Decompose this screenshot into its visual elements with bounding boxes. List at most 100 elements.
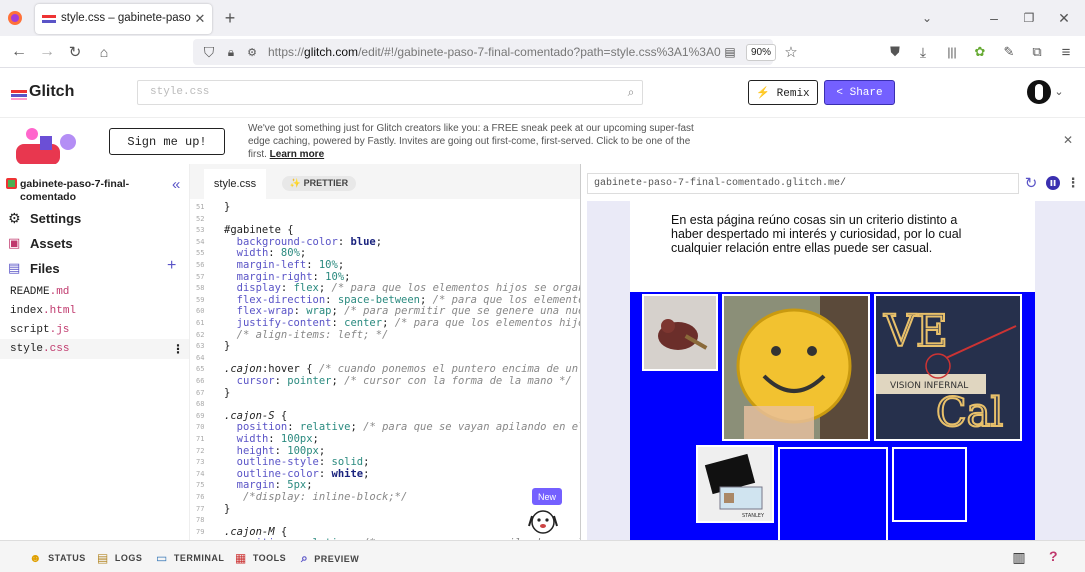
file-index[interactable]: index.html	[10, 305, 76, 317]
new-badge[interactable]: New	[532, 488, 562, 505]
extension-frog-icon[interactable]: ✿	[971, 43, 989, 61]
code-line[interactable]: background-color: blue;	[224, 236, 382, 248]
code-area[interactable]: 51} 52 53 #gabinete {54 background-color: b…	[190, 199, 580, 540]
preview-button[interactable]: ⌕ PREVIEW	[301, 551, 359, 566]
status-button[interactable]: ☻ STATUS	[29, 551, 86, 565]
terminal-button[interactable]: ▭ TERMINAL	[156, 551, 224, 565]
sidebar-item-files[interactable]: ▤ Files	[8, 260, 60, 276]
preview-url-input[interactable]: gabinete-paso-7-final-comentado.glitch.m…	[587, 173, 1019, 194]
tab-style-css[interactable]: style.css	[204, 169, 266, 199]
code-line[interactable]: position: relative; /* para que se vayan…	[224, 421, 580, 433]
library-icon[interactable]: |||	[943, 43, 961, 61]
code-line[interactable]: /* align-items: left; */	[224, 329, 389, 341]
search-icon[interactable]: ⌕	[624, 85, 638, 99]
url-bar[interactable]: ⛉ 🔒︎ ⚙ https://glitch.com/edit/#!/gabine…	[193, 39, 773, 65]
empty-drawer-small[interactable]	[892, 447, 967, 522]
file-script[interactable]: script.js	[10, 324, 69, 336]
minimize-icon[interactable]: –	[985, 9, 1003, 27]
remix-button[interactable]: ⚡ Remix	[748, 80, 818, 105]
reload-icon[interactable]: ↻	[66, 43, 84, 61]
tools-button[interactable]: ▦ TOOLS	[235, 551, 286, 565]
restore-icon[interactable]: ❐	[1020, 9, 1038, 27]
image-frog-figurine[interactable]	[642, 294, 718, 371]
code-line[interactable]: .cajon-S {	[224, 410, 287, 422]
sidebar-item-settings[interactable]: ⚙ Settings	[8, 210, 81, 227]
avatar[interactable]	[1027, 80, 1051, 104]
close-window-icon[interactable]: ✕	[1055, 9, 1073, 27]
home-icon[interactable]: ⌂	[95, 43, 113, 61]
code-line[interactable]: width: 100px;	[224, 433, 319, 445]
download-icon[interactable]: ⤓	[914, 43, 932, 61]
code-line[interactable]: .cajon:hover { /* cuando ponemos el punt…	[224, 363, 580, 375]
extensions-icon[interactable]: ⧉	[1028, 43, 1046, 61]
sign-me-up-button[interactable]: Sign me up!	[109, 128, 225, 155]
chevron-down-icon[interactable]: ⌄	[1053, 84, 1065, 98]
prettier-button[interactable]: ✨ PRETTIER	[282, 176, 356, 191]
menu-icon[interactable]: ≡	[1057, 43, 1075, 61]
layout-icon[interactable]: ▥	[1010, 548, 1028, 566]
search-input[interactable]: style.css ⌕	[137, 80, 643, 105]
code-line[interactable]: flex-direction: space-between; /* para q…	[224, 294, 580, 306]
code-line[interactable]: width: 80%;	[224, 247, 307, 259]
shield-icon[interactable]: ⛉	[201, 44, 217, 60]
glitch-header: Glitch style.css ⌕ ⚡ Remix < Share ⌄	[0, 68, 1085, 117]
file-readme[interactable]: README.md	[10, 286, 69, 298]
image-smiley-maze[interactable]	[722, 294, 870, 441]
zoom-level[interactable]: 90%	[746, 44, 776, 61]
preview-menu-icon[interactable]: ⋮	[1067, 174, 1080, 192]
line-number: 53	[196, 226, 205, 235]
bookmark-star-icon[interactable]: ☆	[782, 43, 800, 61]
close-tab-icon[interactable]: ✕	[193, 11, 207, 27]
code-line[interactable]: .cajon-M {	[224, 526, 287, 538]
learn-more-link[interactable]: Learn more	[270, 149, 324, 160]
logs-button[interactable]: ▤ LOGS	[97, 551, 142, 565]
line-number: 70	[196, 423, 205, 432]
forward-icon[interactable]: →	[38, 43, 56, 61]
line-number: 61	[196, 319, 205, 327]
firefox-icon[interactable]	[6, 9, 24, 27]
add-file-button[interactable]: +	[167, 257, 176, 275]
pause-icon[interactable]	[1044, 174, 1062, 192]
code-line[interactable]: margin-left: 10%;	[224, 259, 345, 271]
code-line[interactable]: justify-content: center; /* para que los…	[224, 317, 580, 329]
code-line[interactable]: margin: 5px;	[224, 479, 313, 491]
code-line[interactable]: outline-color: white;	[224, 468, 370, 480]
code-line[interactable]: outline-style: solid;	[224, 456, 370, 468]
tools-icon: ▦	[235, 551, 247, 565]
terminal-icon: ▭	[156, 551, 168, 565]
file-menu-icon[interactable]: ⋮	[172, 342, 184, 356]
image-wallet-cards[interactable]: STANLEY	[696, 445, 774, 523]
code-line[interactable]: }	[224, 503, 230, 515]
browser-tab-active[interactable]: style.css – gabinete-paso-7-final-coment…	[35, 4, 212, 34]
lock-icon[interactable]: 🔒︎	[223, 44, 239, 60]
eyedropper-icon[interactable]: ✎	[1000, 43, 1018, 61]
help-button[interactable]: ?	[1049, 548, 1058, 564]
share-button[interactable]: < Share	[824, 80, 895, 105]
collapse-sidebar-button[interactable]: «	[172, 176, 180, 193]
code-line[interactable]: #gabinete {	[224, 224, 294, 236]
code-line[interactable]: }	[224, 201, 230, 213]
sidebar-item-assets[interactable]: ▣ Assets	[8, 235, 73, 251]
url-text[interactable]: https://glitch.com/edit/#!/gabinete-paso…	[268, 45, 721, 59]
reader-view-icon[interactable]: ▤	[722, 44, 738, 60]
code-line[interactable]: }	[224, 387, 230, 399]
tab-list-icon[interactable]: ⌄	[918, 9, 936, 27]
close-banner-icon[interactable]: ✕	[1061, 133, 1075, 147]
code-line[interactable]: }	[224, 340, 230, 352]
permissions-icon[interactable]: ⚙	[244, 44, 260, 60]
empty-drawer-medium[interactable]	[778, 447, 888, 544]
glitch-logo[interactable]: Glitch	[11, 83, 74, 101]
code-line[interactable]: margin-right: 10%;	[224, 271, 351, 283]
code-line[interactable]: cursor: pointer; /* cursor con la forma …	[224, 375, 572, 387]
code-line[interactable]: height: 100px;	[224, 445, 326, 457]
code-line[interactable]: flex-wrap: wrap; /* para permitir que se…	[224, 305, 580, 317]
pocket-icon[interactable]: ⛊	[886, 43, 904, 61]
new-tab-icon[interactable]: +	[221, 8, 239, 28]
code-line[interactable]: display: flex; /* para que los elementos…	[224, 282, 580, 294]
image-vision-infernal-book[interactable]: VE Cal VISION INFERNAL	[874, 294, 1022, 441]
back-icon[interactable]: ←	[10, 43, 28, 61]
file-style[interactable]: style.css	[10, 343, 69, 355]
project-name[interactable]: gabinete-paso-7-final-comentado	[20, 178, 160, 204]
refresh-preview-icon[interactable]: ↻	[1022, 174, 1040, 192]
code-line[interactable]: /*display: inline-block;*/	[224, 491, 407, 503]
